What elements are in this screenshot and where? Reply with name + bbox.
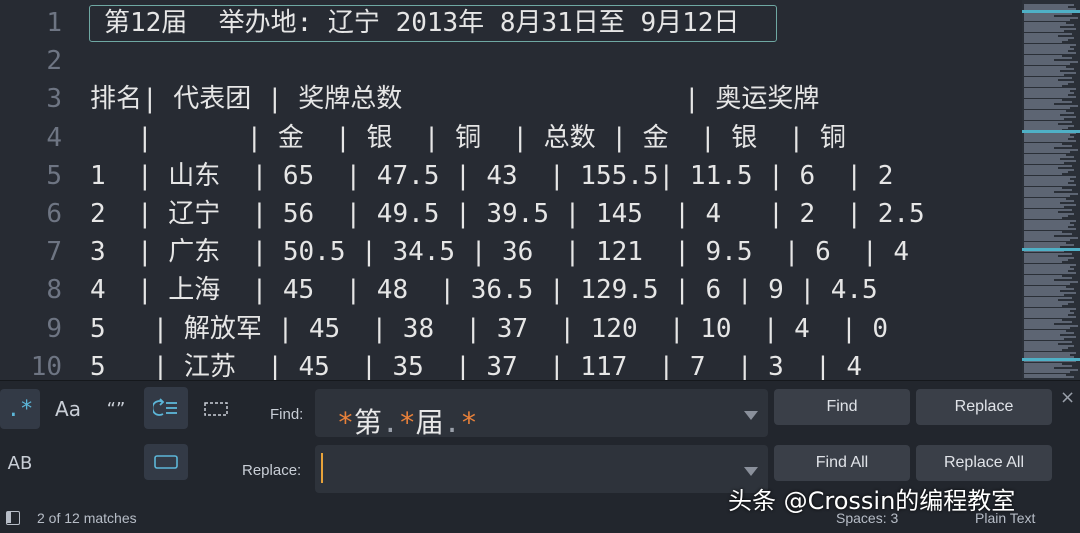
code-line[interactable]: 排名| 代表团 | 奖牌总数 | 奥运奖牌 bbox=[90, 84, 819, 114]
code-line[interactable]: 4 | 上海 | 45 | 48 | 36.5 | 129.5 | 6 | 9 … bbox=[90, 275, 878, 305]
code-line[interactable]: 2 | 辽宁 | 56 | 49.5 | 39.5 | 145 | 4 | 2 … bbox=[90, 199, 925, 229]
code-line[interactable]: 第12届 举办地: 辽宁 2013年 8月31日至 9月12日 bbox=[104, 8, 739, 38]
line-number: 8 bbox=[46, 275, 62, 306]
in-selection-toggle-button[interactable] bbox=[196, 389, 236, 429]
replace-history-dropdown-icon[interactable] bbox=[744, 467, 758, 476]
watermark: 头条 @Crossin的编程教室 bbox=[728, 487, 1016, 515]
minimap-match-marker bbox=[1022, 10, 1080, 13]
find-button[interactable]: Find bbox=[774, 389, 910, 425]
close-icon[interactable]: × bbox=[1060, 387, 1075, 408]
code-line[interactable]: 5 | 解放军 | 45 | 38 | 37 | 120 | 10 | 4 | … bbox=[90, 314, 888, 344]
minimap-match-marker bbox=[1022, 248, 1080, 251]
editor-pane[interactable]: 1 2 3 4 5 6 7 8 9 10 第12届 举办地: 辽宁 2013年 8月31日至 9月… bbox=[0, 0, 1022, 380]
replace-all-button[interactable]: Replace All bbox=[916, 445, 1052, 481]
minimap-line bbox=[1024, 375, 1074, 378]
match-count-status: 2 of 12 matches bbox=[37, 510, 137, 526]
whole-word-toggle-button[interactable]: “” bbox=[96, 389, 136, 429]
code-line[interactable]: 3 | 广东 | 50.5 | 34.5 | 36 | 121 | 9.5 | … bbox=[90, 237, 909, 267]
line-number: 3 bbox=[46, 84, 62, 115]
replace-button[interactable]: Replace bbox=[916, 389, 1052, 425]
line-number: 2 bbox=[46, 46, 62, 77]
line-number: 10 bbox=[30, 351, 62, 380]
minimap-match-marker bbox=[1022, 358, 1080, 361]
find-input[interactable]: *第.*届.* bbox=[315, 389, 768, 439]
find-label: Find: bbox=[270, 406, 304, 423]
find-input-value: *第.*届.* bbox=[337, 406, 478, 439]
code-line[interactable]: 5 | 江苏 | 45 | 35 | 37 | 117 | 7 | 3 | 4 bbox=[90, 352, 862, 380]
preserve-case-toggle-button[interactable]: AB bbox=[0, 445, 40, 481]
wrap-toggle-button[interactable] bbox=[144, 387, 188, 429]
minimap-match-marker bbox=[1022, 130, 1080, 133]
replace-label: Replace: bbox=[242, 462, 302, 479]
highlight-matches-toggle-button[interactable] bbox=[144, 444, 188, 480]
highlight-matches-icon bbox=[154, 455, 178, 469]
code-line[interactable]: 1 | 山东 | 65 | 47.5 | 43 | 155.5| 11.5 | … bbox=[90, 161, 893, 191]
line-number: 6 bbox=[46, 199, 62, 229]
sidebar-toggle-icon[interactable] bbox=[6, 511, 20, 525]
text-cursor bbox=[321, 453, 323, 483]
minimap[interactable] bbox=[1022, 0, 1080, 380]
find-all-button[interactable]: Find All bbox=[774, 445, 910, 481]
code-line[interactable]: | | 金 | 银 | 铜 | 总数 | 金 | 银 | 铜 bbox=[90, 123, 846, 153]
case-sensitive-toggle-button[interactable]: Aa bbox=[48, 389, 88, 429]
find-replace-panel: .* Aa “” AB Find: Replace: *第.*届.* Find … bbox=[0, 380, 1080, 533]
in-selection-icon bbox=[204, 402, 228, 416]
regex-toggle-button[interactable]: .* bbox=[0, 389, 40, 429]
line-number: 1 bbox=[46, 8, 62, 38]
wrap-icon bbox=[153, 398, 177, 416]
line-number: 9 bbox=[46, 313, 62, 344]
replace-input[interactable] bbox=[315, 445, 768, 493]
line-number: 5 bbox=[46, 160, 62, 191]
line-number: 4 bbox=[46, 122, 62, 153]
line-number: 7 bbox=[46, 237, 62, 268]
find-history-dropdown-icon[interactable] bbox=[744, 411, 758, 420]
